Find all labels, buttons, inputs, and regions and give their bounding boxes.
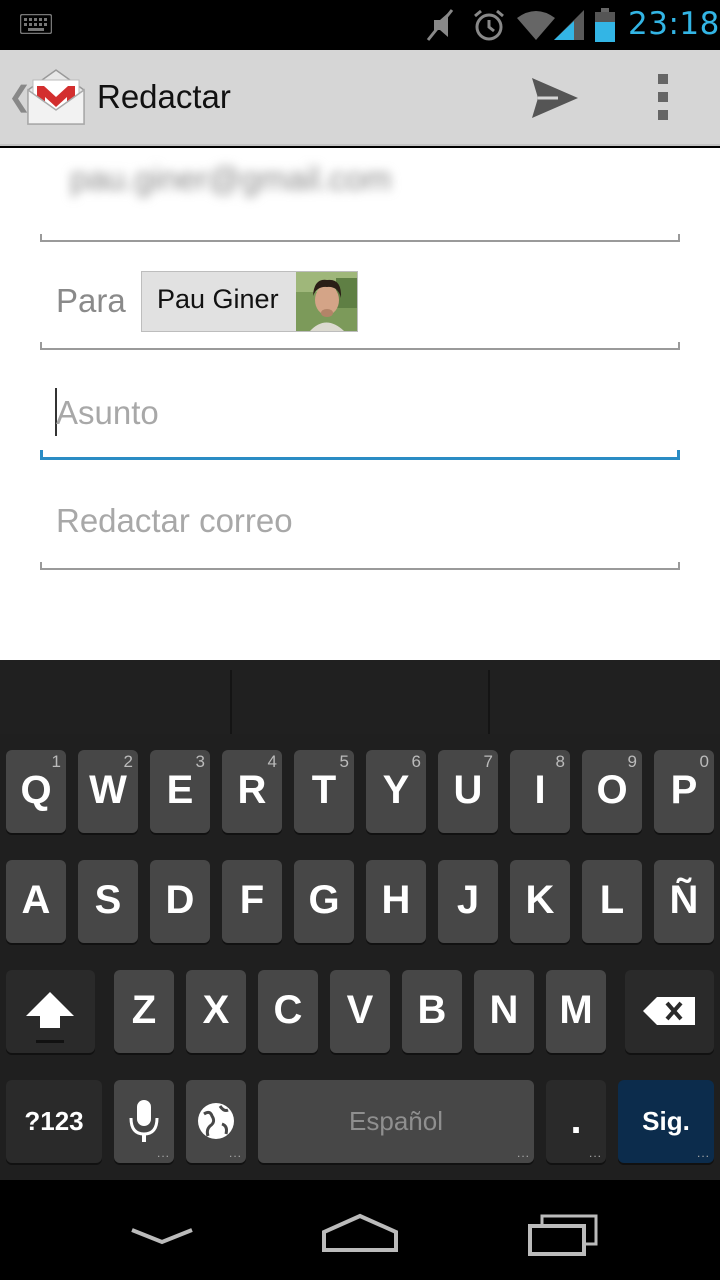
key-i[interactable]: I8: [510, 750, 570, 833]
soft-keyboard: Q1W2E3R4T5Y6U7I8O9P0 ASDFGHJKLÑ ZXCVBNM ?1…: [0, 660, 720, 1180]
recipient-name: Pau Giner: [157, 284, 279, 314]
key-s[interactable]: S: [78, 860, 138, 943]
compose-form: pau.giner@gmail.com Para Pau Giner Asunt…: [0, 148, 720, 660]
from-field[interactable]: pau.giner@gmail.com: [40, 148, 680, 242]
voice-input-key[interactable]: ...: [114, 1080, 174, 1163]
recent-apps-icon[interactable]: [524, 1212, 602, 1258]
key-f[interactable]: F: [222, 860, 282, 943]
key-c[interactable]: C: [258, 970, 318, 1053]
clock: 23:18: [628, 6, 720, 42]
shift-icon: [26, 992, 74, 1043]
key-b[interactable]: B: [402, 970, 462, 1053]
subject-field[interactable]: Asunto: [40, 350, 680, 460]
key-v[interactable]: V: [330, 970, 390, 1053]
language-key[interactable]: ...: [186, 1080, 246, 1163]
key-k[interactable]: K: [510, 860, 570, 943]
from-value: pau.giner@gmail.com: [70, 160, 392, 197]
key-a[interactable]: A: [6, 860, 66, 943]
key-h[interactable]: H: [366, 860, 426, 943]
symbols-key[interactable]: ?123: [6, 1080, 102, 1163]
wifi-icon: [517, 11, 555, 40]
backspace-icon: [643, 997, 695, 1025]
to-label: Para: [56, 282, 126, 319]
body-field[interactable]: Redactar correo: [40, 460, 680, 570]
key-d[interactable]: D: [150, 860, 210, 943]
body-input[interactable]: Redactar correo: [56, 502, 293, 540]
period-key[interactable]: . ...: [546, 1080, 606, 1163]
key-j[interactable]: J: [438, 860, 498, 943]
key-u[interactable]: U7: [438, 750, 498, 833]
to-field[interactable]: Para Pau Giner: [40, 242, 680, 350]
keyboard-icon: [20, 14, 52, 34]
key-t[interactable]: T5: [294, 750, 354, 833]
key-q[interactable]: Q1: [6, 750, 66, 833]
key-o[interactable]: O9: [582, 750, 642, 833]
backspace-key[interactable]: [625, 970, 714, 1053]
battery-icon: [595, 8, 615, 42]
key-y[interactable]: Y6: [366, 750, 426, 833]
send-icon[interactable]: [528, 74, 580, 122]
signal-icon: [554, 10, 584, 40]
key-r[interactable]: R4: [222, 750, 282, 833]
recipient-chip[interactable]: Pau Giner: [141, 271, 358, 332]
action-bar: ❮ Redactar: [0, 50, 720, 146]
key-n[interactable]: N: [474, 970, 534, 1053]
space-key[interactable]: Español ...: [258, 1080, 534, 1163]
subject-input[interactable]: Asunto: [56, 394, 159, 432]
alarm-icon: [474, 9, 504, 41]
key-l[interactable]: L: [582, 860, 642, 943]
back-icon[interactable]: [124, 1216, 200, 1256]
page-title: Redactar: [97, 78, 231, 115]
status-bar: 23:18: [0, 0, 720, 50]
overflow-menu-icon[interactable]: [648, 70, 678, 126]
home-icon[interactable]: [318, 1210, 402, 1256]
key-z[interactable]: Z: [114, 970, 174, 1053]
avatar: [296, 272, 357, 331]
key-g[interactable]: G: [294, 860, 354, 943]
key-m[interactable]: M: [546, 970, 606, 1053]
navigation-bar: [0, 1180, 720, 1280]
next-key[interactable]: Sig. ...: [618, 1080, 714, 1163]
suggestion-strip: [0, 660, 720, 734]
key-w[interactable]: W2: [78, 750, 138, 833]
key-ñ[interactable]: Ñ: [654, 860, 714, 943]
key-e[interactable]: E3: [150, 750, 210, 833]
shift-key[interactable]: [6, 970, 95, 1053]
gmail-icon[interactable]: [24, 68, 88, 128]
key-p[interactable]: P0: [654, 750, 714, 833]
mute-icon: [426, 9, 454, 41]
key-x[interactable]: X: [186, 970, 246, 1053]
